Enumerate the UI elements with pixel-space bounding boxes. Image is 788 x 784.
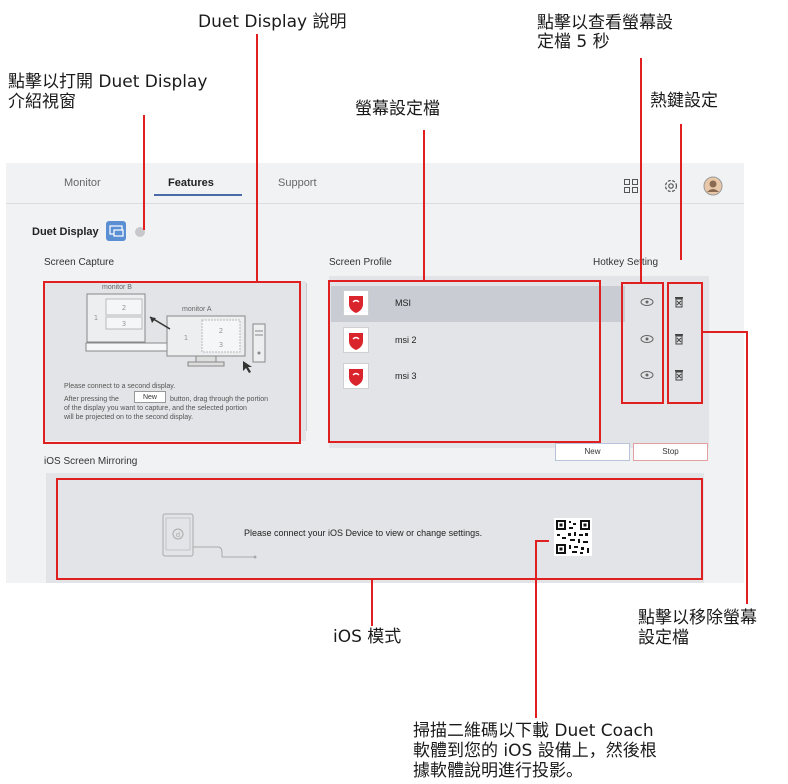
callout-line-duet-help (256, 34, 258, 282)
callout-line-remove-h1 (703, 331, 748, 333)
callout-qr-line3: 據軟體說明進行投影。 (413, 761, 583, 781)
callout-line-screen-profile (423, 130, 425, 280)
callout-hotkey: 熱鍵設定 (650, 91, 718, 111)
new-profile-button[interactable]: New (555, 443, 630, 461)
callout-view-profile-line1: 點擊以查看螢幕設 (537, 13, 673, 33)
delete-profile-highlight (667, 282, 703, 404)
screen-profile-highlight (328, 280, 601, 443)
callout-line-duet-intro (143, 115, 145, 230)
ios-mirroring-label: iOS Screen Mirroring (44, 456, 138, 467)
callout-line-qr-h (535, 540, 549, 542)
callout-ios-mode: iOS 模式 (333, 627, 402, 647)
callout-line-remove-v (746, 331, 748, 604)
gear-icon[interactable] (663, 178, 679, 194)
stop-button[interactable]: Stop (633, 443, 708, 461)
avatar-icon[interactable] (703, 176, 723, 196)
callout-screen-profile: 螢幕設定檔 (355, 99, 440, 119)
active-tab-indicator (154, 194, 242, 196)
grid-icon[interactable] (624, 179, 638, 193)
tab-support[interactable]: Support (278, 177, 317, 189)
callout-line-qr (535, 540, 537, 718)
screen-profile-label: Screen Profile (329, 257, 392, 268)
screen-capture-highlight (43, 281, 301, 444)
tab-monitor[interactable]: Monitor (64, 177, 101, 189)
callout-line-ios-mode (371, 580, 373, 626)
callout-duet-help: Duet Display 說明 (198, 12, 347, 32)
view-profile-highlight (621, 282, 664, 404)
duet-display-icon (106, 221, 126, 241)
callout-remove-profile-line1: 點擊以移除螢幕 (638, 608, 757, 628)
callout-line-hotkey (680, 124, 682, 260)
screen-capture-label: Screen Capture (44, 257, 115, 268)
callout-view-profile-line2: 定檔 5 秒 (537, 32, 610, 52)
callout-remove-profile-line2: 設定檔 (638, 628, 689, 648)
ios-mode-highlight (56, 478, 703, 580)
header-divider (6, 203, 744, 204)
callout-duet-intro-line1: 點擊以打開 Duet Display (8, 72, 208, 92)
hotkey-setting-label: Hotkey Setting (593, 257, 659, 268)
tab-features[interactable]: Features (168, 177, 214, 189)
callout-qr-line2: 軟體到您的 iOS 設備上，然後根 (413, 741, 657, 761)
callout-duet-intro-line2: 介紹視窗 (8, 92, 76, 112)
panel-divider (306, 283, 307, 431)
duet-display-title: Duet Display (32, 226, 99, 238)
callout-qr-line1: 掃描二維碼以下載 Duet Coach (413, 721, 654, 741)
callout-line-view-profile (640, 58, 642, 283)
